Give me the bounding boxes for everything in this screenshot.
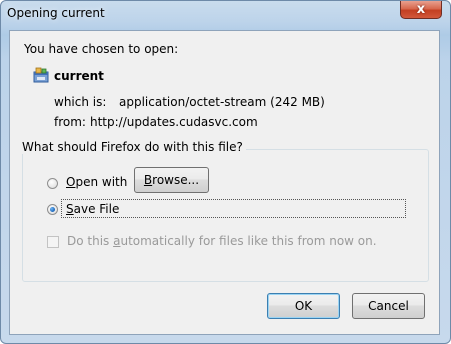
dialog-body: You have chosen to open: current which i… (9, 30, 440, 335)
auto-action-before: Do this (67, 234, 114, 248)
cancel-button[interactable]: Cancel (352, 293, 425, 319)
save-file-label[interactable]: Save File (66, 202, 119, 216)
close-icon: x (416, 2, 426, 17)
close-button[interactable]: x (400, 1, 442, 19)
browse-button[interactable]: Browse... (134, 167, 209, 193)
intro-label: You have chosen to open: (24, 42, 179, 56)
save-file-text: ave File (73, 202, 120, 216)
auto-action-label[interactable]: Do this automatically for files like thi… (67, 234, 377, 248)
dialog-window: Opening current x You have chosen to ope… (0, 0, 451, 344)
auto-action-after: utomatically for files like this from no… (120, 234, 377, 248)
auto-action-checkbox[interactable] (47, 236, 59, 248)
browse-mnemonic: B (143, 173, 153, 187)
save-file-radio[interactable] (47, 204, 58, 215)
file-type-label: which is: (54, 95, 107, 109)
file-type-value: application/octet-stream (242 MB) (119, 95, 325, 109)
window-title: Opening current (7, 6, 105, 20)
action-group-legend: What should Firefox do with this file? (19, 140, 246, 154)
open-with-text: pen with (75, 175, 128, 189)
file-source-label: from: (54, 115, 86, 129)
file-name: current (54, 69, 104, 83)
application-file-icon (33, 67, 49, 83)
save-file-mnemonic: S (66, 202, 74, 216)
open-with-label[interactable]: Open with (66, 175, 127, 189)
ok-button[interactable]: OK (267, 293, 340, 319)
browse-text: rowse... (152, 173, 200, 187)
open-with-radio[interactable] (47, 178, 58, 189)
file-source-value: http://updates.cudasvc.com (90, 115, 258, 129)
